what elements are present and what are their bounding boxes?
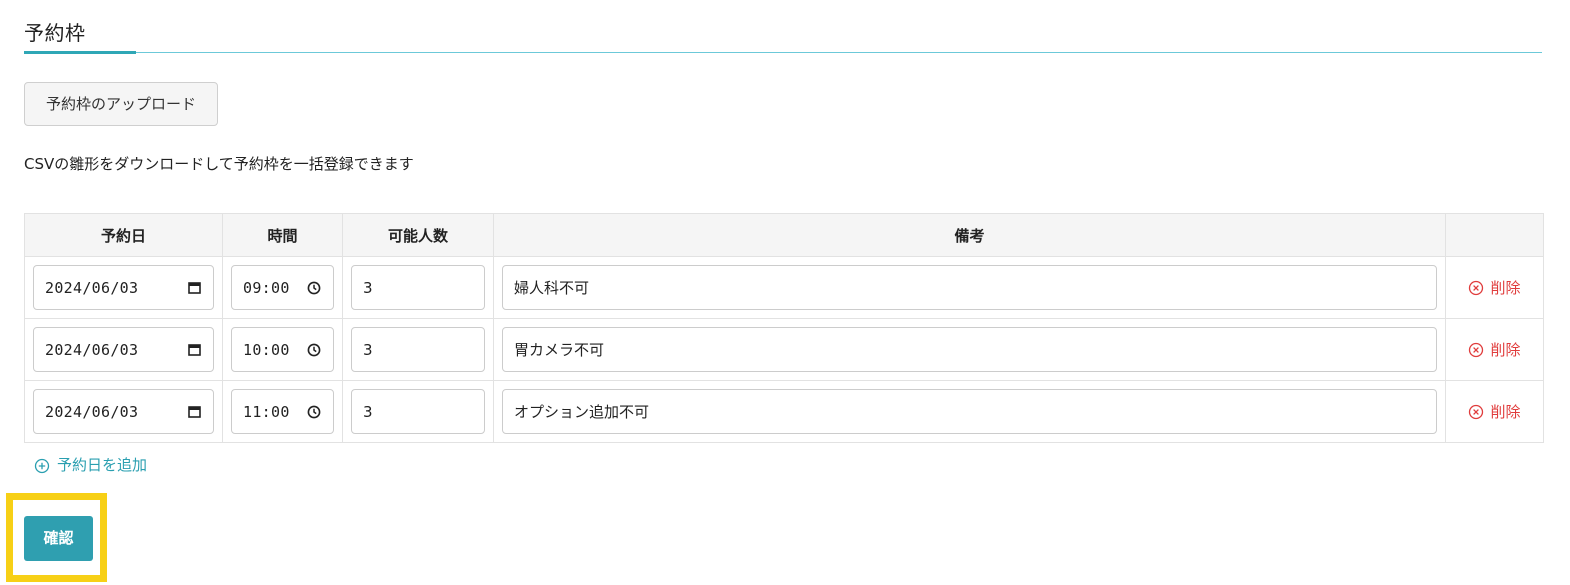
time-value: 11:00 xyxy=(243,402,290,421)
delete-label: 削除 xyxy=(1490,279,1521,297)
calendar-icon[interactable] xyxy=(186,404,202,420)
note-cell: オプション追加不可 xyxy=(493,380,1446,443)
date-input[interactable]: 2024/06/03 xyxy=(33,389,214,434)
delete-label: 削除 xyxy=(1490,341,1521,359)
date-cell: 2024/06/03 xyxy=(24,318,223,381)
calendar-icon[interactable] xyxy=(186,342,202,358)
upload-slots-button[interactable]: 予約枠のアップロード xyxy=(24,82,218,126)
close-circle-icon xyxy=(1468,342,1484,358)
actions-cell: 削除 xyxy=(1445,380,1544,443)
actions-cell: 削除 xyxy=(1445,318,1544,381)
capacity-cell: 3 xyxy=(342,380,494,443)
capacity-value: 3 xyxy=(363,278,373,297)
capacity-value: 3 xyxy=(363,340,373,359)
time-cell: 10:00 xyxy=(222,318,343,381)
header-note: 備考 xyxy=(493,213,1446,257)
section-title: 予約枠 xyxy=(24,21,86,45)
close-circle-icon xyxy=(1468,404,1484,420)
date-value: 2024/06/03 xyxy=(45,340,139,359)
date-value: 2024/06/03 xyxy=(45,278,139,297)
plus-circle-icon xyxy=(34,458,50,474)
time-input[interactable]: 10:00 xyxy=(231,327,334,372)
note-input[interactable]: オプション追加不可 xyxy=(502,389,1437,434)
time-cell: 11:00 xyxy=(222,380,343,443)
capacity-cell: 3 xyxy=(342,256,494,319)
capacity-input[interactable]: 3 xyxy=(351,327,485,372)
time-input[interactable]: 09:00 xyxy=(231,265,334,310)
delete-row-button[interactable]: 削除 xyxy=(1446,277,1543,298)
actions-cell: 削除 xyxy=(1445,256,1544,319)
time-cell: 09:00 xyxy=(222,256,343,319)
note-input[interactable]: 胃カメラ不可 xyxy=(502,327,1437,372)
time-input[interactable]: 11:00 xyxy=(231,389,334,434)
table-row: 2024/06/03 09:00 3 婦人科不可 削除 xyxy=(24,256,1544,319)
date-value: 2024/06/03 xyxy=(45,402,139,421)
date-cell: 2024/06/03 xyxy=(24,256,223,319)
title-underline xyxy=(24,52,1542,53)
note-input[interactable]: 婦人科不可 xyxy=(502,265,1437,310)
note-value: 婦人科不可 xyxy=(514,279,590,297)
header-date: 予約日 xyxy=(24,213,223,257)
clock-icon[interactable] xyxy=(306,342,322,358)
confirm-button[interactable]: 確認 xyxy=(24,516,93,561)
header-actions xyxy=(1445,213,1544,257)
calendar-icon[interactable] xyxy=(186,280,202,296)
capacity-value: 3 xyxy=(363,402,373,421)
clock-icon[interactable] xyxy=(306,404,322,420)
csv-description: CSVの雛形をダウンロードして予約枠を一括登録できます xyxy=(24,155,414,173)
capacity-input[interactable]: 3 xyxy=(351,265,485,310)
table-row: 2024/06/03 10:00 3 胃カメラ不可 削除 xyxy=(24,318,1544,381)
capacity-input[interactable]: 3 xyxy=(351,389,485,434)
header-time: 時間 xyxy=(222,213,343,257)
close-circle-icon xyxy=(1468,280,1484,296)
table-header-row: 予約日 時間 可能人数 備考 xyxy=(24,213,1544,257)
note-value: オプション追加不可 xyxy=(514,403,650,421)
time-value: 09:00 xyxy=(243,278,290,297)
add-date-link[interactable]: 予約日を追加 xyxy=(34,454,147,475)
date-input[interactable]: 2024/06/03 xyxy=(33,327,214,372)
note-value: 胃カメラ不可 xyxy=(514,341,605,359)
add-date-label: 予約日を追加 xyxy=(57,456,148,474)
reservation-slot-table: 予約日 時間 可能人数 備考 2024/06/03 09:00 3 婦人科不可 … xyxy=(24,213,1544,443)
date-cell: 2024/06/03 xyxy=(24,380,223,443)
note-cell: 婦人科不可 xyxy=(493,256,1446,319)
delete-row-button[interactable]: 削除 xyxy=(1446,339,1543,360)
time-value: 10:00 xyxy=(243,340,290,359)
table-row: 2024/06/03 11:00 3 オプション追加不可 削除 xyxy=(24,380,1544,443)
clock-icon[interactable] xyxy=(306,280,322,296)
header-capacity: 可能人数 xyxy=(342,213,494,257)
date-input[interactable]: 2024/06/03 xyxy=(33,265,214,310)
delete-row-button[interactable]: 削除 xyxy=(1446,401,1543,422)
note-cell: 胃カメラ不可 xyxy=(493,318,1446,381)
title-underline-accent xyxy=(24,51,136,54)
capacity-cell: 3 xyxy=(342,318,494,381)
delete-label: 削除 xyxy=(1490,403,1521,421)
